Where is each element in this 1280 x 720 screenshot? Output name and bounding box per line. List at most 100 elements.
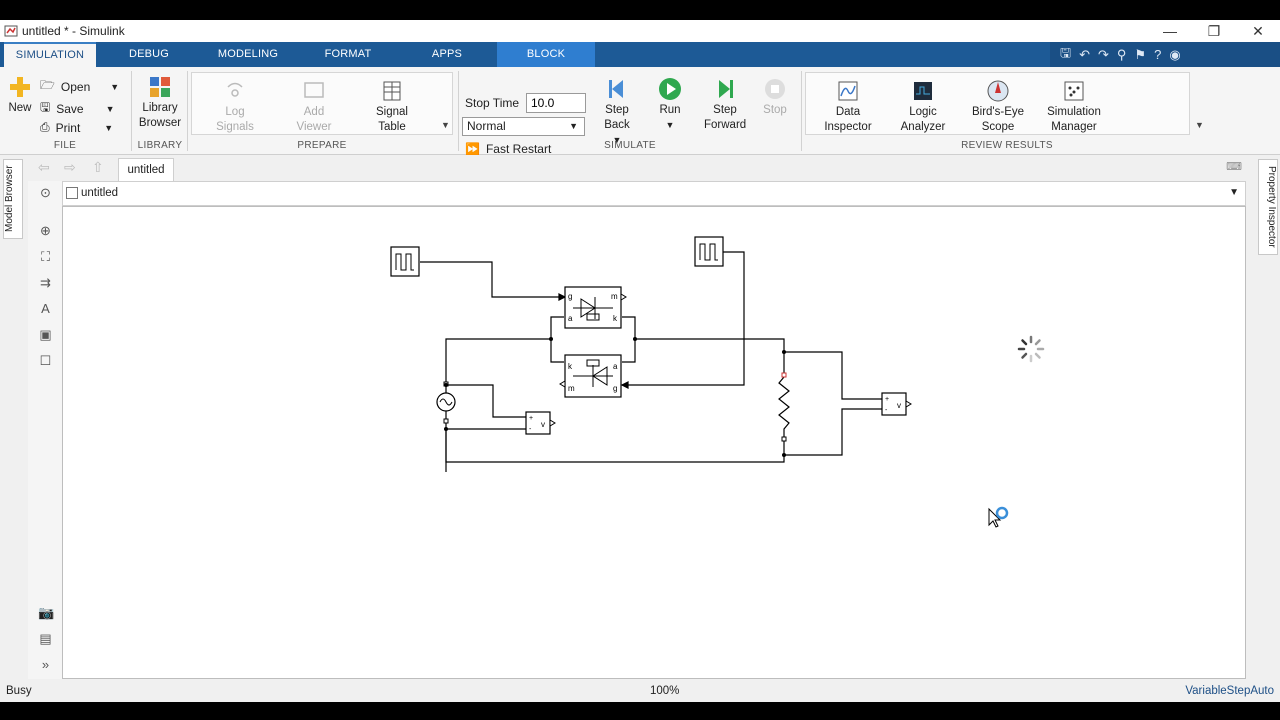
model-canvas[interactable]: g m a k k a m g + - v + - v bbox=[62, 206, 1246, 679]
back-arrow-icon[interactable]: ⇦ bbox=[38, 159, 50, 176]
step-forward-icon bbox=[719, 80, 733, 98]
minimize-button[interactable]: — bbox=[1148, 20, 1192, 42]
tab-simulation[interactable]: SIMULATION bbox=[4, 42, 96, 67]
save-button[interactable]: 🖫 Save ▼ bbox=[40, 98, 115, 119]
logic-analyzer-button[interactable]: Logic Analyzer bbox=[893, 79, 953, 135]
pulse-generator-block-2[interactable] bbox=[694, 236, 724, 267]
stop-time-input[interactable] bbox=[526, 93, 586, 113]
logic-analyzer-icon bbox=[914, 82, 932, 100]
pulse-generator-block-1[interactable] bbox=[390, 246, 420, 277]
keyboard-icon[interactable]: ⌨ bbox=[1226, 160, 1242, 173]
zoom-level[interactable]: 100% bbox=[650, 685, 679, 697]
open-button[interactable]: 🗁 Open ▼ bbox=[40, 76, 119, 97]
conn-line bbox=[635, 338, 785, 377]
fast-restart-icon: ⏩ bbox=[465, 142, 480, 156]
data-inspector-button[interactable]: Data Inspector bbox=[818, 79, 878, 135]
section-prepare-label: PREPARE bbox=[297, 140, 347, 151]
tab-format[interactable]: FORMAT bbox=[310, 42, 386, 67]
tab-block[interactable]: BLOCK bbox=[497, 42, 595, 67]
section-review-label: REVIEW RESULTS bbox=[961, 140, 1053, 151]
birds-eye-scope-button[interactable]: Bird's-Eye Scope bbox=[968, 79, 1028, 135]
tab-modeling[interactable]: MODELING bbox=[208, 42, 288, 67]
library-grid-icon bbox=[150, 77, 170, 97]
log-signals-button[interactable]: Log Signals bbox=[207, 79, 263, 135]
port-label: a bbox=[568, 314, 573, 323]
conn-line bbox=[445, 338, 551, 472]
redo-icon[interactable]: ↷ bbox=[1098, 47, 1109, 63]
toolstrip: New 🗁 Open ▼ 🖫 Save ▼ ⎙ Print ▼ FILE Library B… bbox=[0, 67, 1280, 156]
property-inspector-tab[interactable]: Property Inspector bbox=[1258, 159, 1278, 255]
model-browser-tab[interactable]: Model Browser bbox=[3, 159, 23, 239]
stop-icon bbox=[765, 79, 785, 99]
camera-icon[interactable]: 📷 bbox=[38, 605, 54, 620]
fast-restart-button[interactable]: ⏩ Fast Restart bbox=[465, 142, 551, 156]
expand-palette-icon[interactable]: » bbox=[38, 657, 53, 672]
library-browser-button[interactable]: Library Browser bbox=[136, 75, 184, 131]
conn-line bbox=[446, 384, 526, 418]
hide-palette-icon[interactable]: ⊙ bbox=[38, 185, 53, 200]
search-icon[interactable]: ⚲ bbox=[1117, 47, 1127, 63]
voltage-measurement-block-1[interactable]: + - v bbox=[525, 411, 556, 435]
help-icon[interactable]: ? bbox=[1154, 47, 1161, 62]
resistor-block[interactable] bbox=[778, 372, 790, 442]
save-icon: 🖫 bbox=[40, 100, 51, 114]
prepare-expand-icon[interactable]: ▼ bbox=[441, 120, 450, 130]
tab-debug[interactable]: DEBUG bbox=[110, 42, 188, 67]
fit-view-icon[interactable]: ⛶ bbox=[38, 249, 53, 264]
stop-time-label: Stop Time bbox=[465, 96, 520, 110]
tab-apps[interactable]: APPS bbox=[410, 42, 484, 67]
conn-line bbox=[445, 429, 785, 463]
pin-icon[interactable]: ⚑ bbox=[1134, 47, 1146, 63]
new-plus-icon bbox=[10, 77, 30, 97]
solver-link[interactable]: VariableStepAuto bbox=[1185, 685, 1274, 697]
status-bar: Busy 100% VariableStepAuto bbox=[0, 682, 1280, 702]
undo-icon[interactable]: ↶ bbox=[1079, 47, 1090, 63]
title-bar: untitled * - Simulink — ❐ ✕ bbox=[0, 20, 1280, 42]
table-icon bbox=[383, 81, 401, 101]
step-back-icon bbox=[609, 80, 623, 98]
thyristor-block-1[interactable]: g m a k bbox=[564, 286, 627, 329]
image-icon[interactable]: ▣ bbox=[38, 327, 53, 342]
address-path[interactable]: untitled bbox=[81, 187, 118, 199]
model-tab[interactable]: untitled bbox=[118, 158, 174, 181]
explorer-bar-icon[interactable]: ▤ bbox=[38, 631, 53, 646]
conn-line bbox=[550, 316, 564, 363]
save-icon[interactable]: 🖫 bbox=[1060, 44, 1071, 66]
run-play-icon bbox=[659, 78, 681, 100]
up-arrow-icon[interactable]: ⇧ bbox=[92, 159, 104, 176]
busy-cursor-icon bbox=[988, 506, 1009, 528]
annotation-icon[interactable]: A bbox=[38, 301, 53, 316]
folder-icon: 🗁 bbox=[40, 78, 55, 92]
new-button[interactable]: New bbox=[5, 75, 35, 116]
conn-line bbox=[784, 408, 882, 456]
conn-line bbox=[784, 351, 882, 400]
birds-eye-icon bbox=[987, 80, 1009, 102]
restore-button[interactable]: ❐ bbox=[1192, 20, 1236, 42]
thyristor-block-2[interactable]: k a m g bbox=[559, 354, 622, 398]
print-button[interactable]: ⎙ Print ▼ bbox=[40, 120, 113, 135]
voltage-measurement-block-2[interactable]: + - v bbox=[881, 392, 912, 416]
review-expand-icon[interactable]: ▼ bbox=[1195, 120, 1204, 130]
forward-arrow-icon[interactable]: ⇨ bbox=[64, 159, 76, 176]
data-inspector-icon bbox=[838, 81, 858, 101]
step-forward-button[interactable]: Step Forward bbox=[704, 77, 746, 133]
run-button[interactable]: Run ▼ bbox=[651, 77, 689, 133]
section-simulate-label: SIMULATE bbox=[604, 140, 656, 151]
address-dropdown-icon[interactable]: ▼ bbox=[1229, 187, 1239, 198]
simulation-manager-button[interactable]: Simulation Manager bbox=[1043, 79, 1105, 135]
port-label: g bbox=[613, 384, 617, 393]
close-button[interactable]: ✕ bbox=[1236, 20, 1280, 42]
status-text: Busy bbox=[6, 685, 32, 697]
right-panel-bar: Property Inspector bbox=[1254, 155, 1280, 682]
area-icon[interactable]: ☐ bbox=[38, 353, 53, 368]
simulation-mode-select[interactable]: Normal ▼ bbox=[462, 117, 585, 136]
route-lines-icon[interactable]: ⇉ bbox=[38, 275, 53, 290]
stop-button[interactable]: Stop bbox=[760, 77, 790, 118]
signal-line bbox=[628, 251, 745, 386]
add-viewer-button[interactable]: Add Viewer bbox=[288, 79, 340, 135]
zoom-icon[interactable]: ⊕ bbox=[38, 223, 53, 238]
left-panel-bar: Model Browser bbox=[0, 155, 26, 682]
minimize-ribbon-icon[interactable]: ◉ bbox=[1169, 47, 1180, 63]
signal-table-button[interactable]: Signal Table bbox=[366, 79, 418, 135]
step-back-button[interactable]: Step Back ▼ bbox=[598, 77, 636, 148]
